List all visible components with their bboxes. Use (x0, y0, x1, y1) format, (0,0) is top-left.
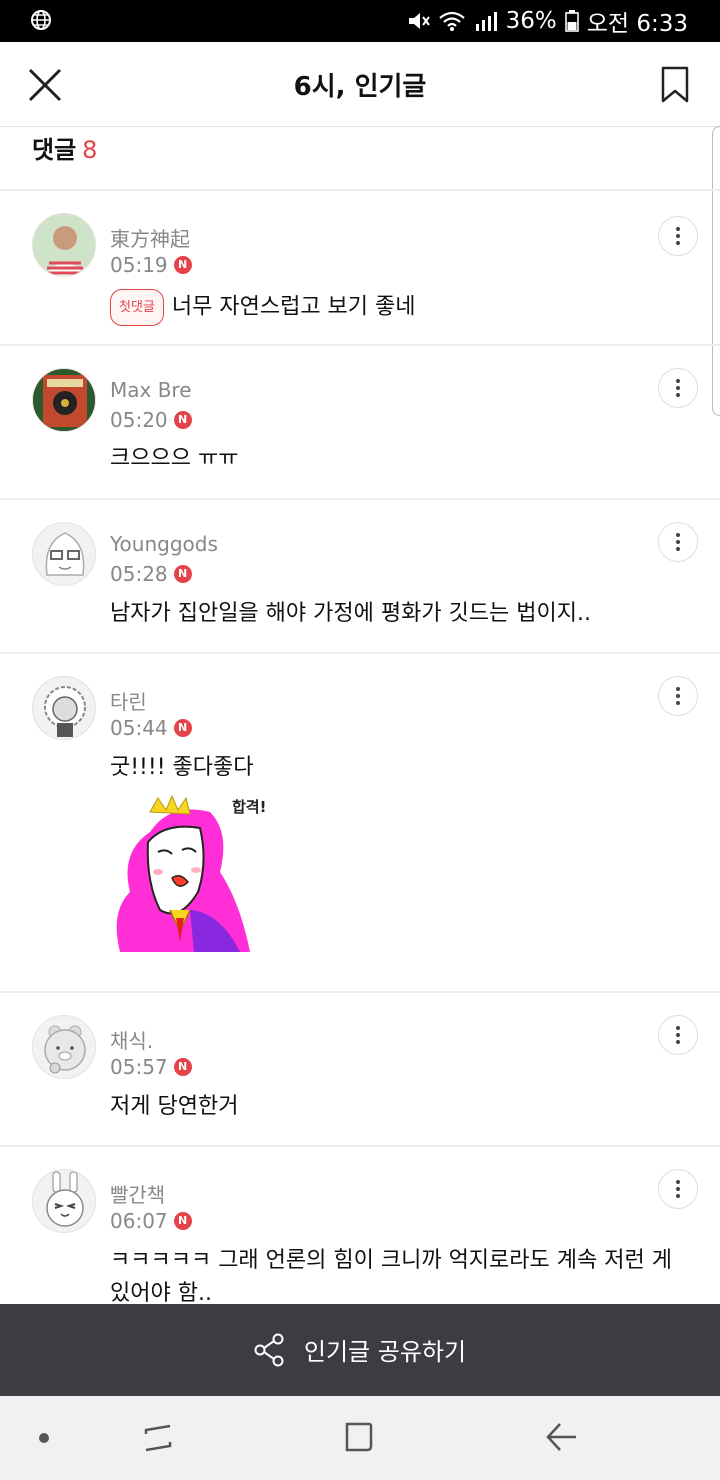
new-badge: N (173, 1058, 192, 1076)
share-label: 인기글 공유하기 (303, 1338, 467, 1366)
avatar[interactable] (32, 1169, 96, 1233)
share-icon (254, 1333, 284, 1366)
avatar[interactable] (32, 522, 96, 586)
more-options-button[interactable] (658, 1169, 698, 1209)
comment-item: Max Bre 05:20 N 크으으으 ㅠㅠ (0, 346, 720, 498)
more-options-button[interactable] (658, 676, 698, 716)
new-badge: N (173, 565, 192, 583)
comment-time-text: 06:07 (110, 1209, 168, 1233)
home-dot-icon[interactable] (38, 1432, 50, 1444)
battery-icon (564, 10, 579, 32)
comment-body: ㅋㅋㅋㅋㅋ 그래 언론의 힘이 크니까 억지로라도 계속 저런 게 있어야 함.… (110, 1248, 672, 1306)
avatar[interactable] (32, 213, 96, 277)
comment-text: 첫댓글 너무 자연스럽고 보기 좋네 (110, 289, 690, 326)
home-button-icon[interactable] (343, 1420, 375, 1454)
avatar[interactable] (32, 368, 96, 432)
comment-author[interactable]: Younggods (110, 532, 218, 556)
comment-time: 05:44 N (110, 716, 192, 740)
back-icon[interactable] (544, 1420, 580, 1454)
comment-item: 타린 05:44 N 굿!!!! 좋다좋다 합격! (0, 654, 720, 991)
comment-count-value: 8 (82, 136, 98, 164)
avatar[interactable] (32, 676, 96, 740)
globe-icon (31, 10, 51, 30)
comment-time-text: 05:57 (110, 1055, 168, 1079)
comment-time: 06:07 N (110, 1209, 192, 1233)
comment-body: 크으으으 ㅠㅠ (110, 446, 239, 471)
comment-item: 빨간책 06:07 N ㅋㅋㅋㅋㅋ 그래 언론의 힘이 크니까 억지로라도 계속… (0, 1147, 720, 1306)
comment-time: 05:28 N (110, 562, 192, 586)
comment-item: 東方神起 05:19 N 첫댓글 너무 자연스럽고 보기 좋네 (0, 191, 720, 344)
more-options-button[interactable] (658, 368, 698, 408)
mute-icon (408, 13, 430, 29)
comment-time: 05:57 N (110, 1055, 192, 1079)
comment-body: 저게 당연한거 (110, 1094, 239, 1119)
avatar[interactable] (32, 1015, 96, 1079)
comment-author[interactable]: 타린 (110, 686, 147, 715)
more-options-button[interactable] (658, 522, 698, 562)
comment-body: 굿!!!! 좋다좋다 (110, 755, 254, 780)
comment-time-text: 05:44 (110, 716, 168, 740)
signal-icon (475, 12, 497, 31)
comment-author[interactable]: 東方神起 (110, 223, 190, 252)
wifi-icon (438, 11, 465, 31)
recent-apps-icon[interactable] (142, 1420, 174, 1456)
comment-item: 채식. 05:57 N 저게 당연한거 (0, 993, 720, 1145)
sticker-caption: 합격! (232, 798, 267, 816)
comment-time: 05:20 N (110, 408, 192, 432)
new-badge: N (173, 411, 192, 429)
comment-time-text: 05:19 (110, 253, 168, 277)
status-bar: 36% 오전 6:33 (0, 0, 720, 42)
comment-author[interactable]: 빨간책 (110, 1179, 165, 1208)
page-title: 6시, 인기글 (293, 72, 427, 102)
new-badge: N (173, 1212, 192, 1230)
system-nav-bar (0, 1396, 720, 1480)
clock: 오전 6:33 (586, 11, 688, 37)
comment-time-text: 05:20 (110, 408, 168, 432)
comment-time-text: 05:28 (110, 562, 168, 586)
more-options-button[interactable] (658, 216, 698, 256)
comment-count-label: 댓글 (32, 136, 77, 164)
battery-percent: 36% (505, 8, 557, 34)
new-badge: N (173, 256, 192, 274)
more-options-button[interactable] (658, 1015, 698, 1055)
new-badge: N (173, 719, 192, 737)
comment-time: 05:19 N (110, 253, 192, 277)
first-comment-badge: 첫댓글 (110, 289, 164, 326)
comment-author[interactable]: Max Bre (110, 378, 192, 402)
comment-body: 남자가 집안일을 해야 가정에 평화가 깃드는 법이지.. (110, 601, 591, 626)
comment-body: 너무 자연스럽고 보기 좋네 (171, 294, 416, 320)
bookmark-icon[interactable] (660, 66, 690, 104)
comment-author[interactable]: 채식. (110, 1025, 153, 1054)
comment-count-header: 댓글 8 (32, 130, 97, 165)
top-app-bar: 6시, 인기글 (0, 42, 720, 127)
share-bar[interactable]: 인기글 공유하기 (0, 1304, 720, 1396)
comment-item: Younggods 05:28 N 남자가 집안일을 해야 가정에 평화가 깃드… (0, 500, 720, 652)
